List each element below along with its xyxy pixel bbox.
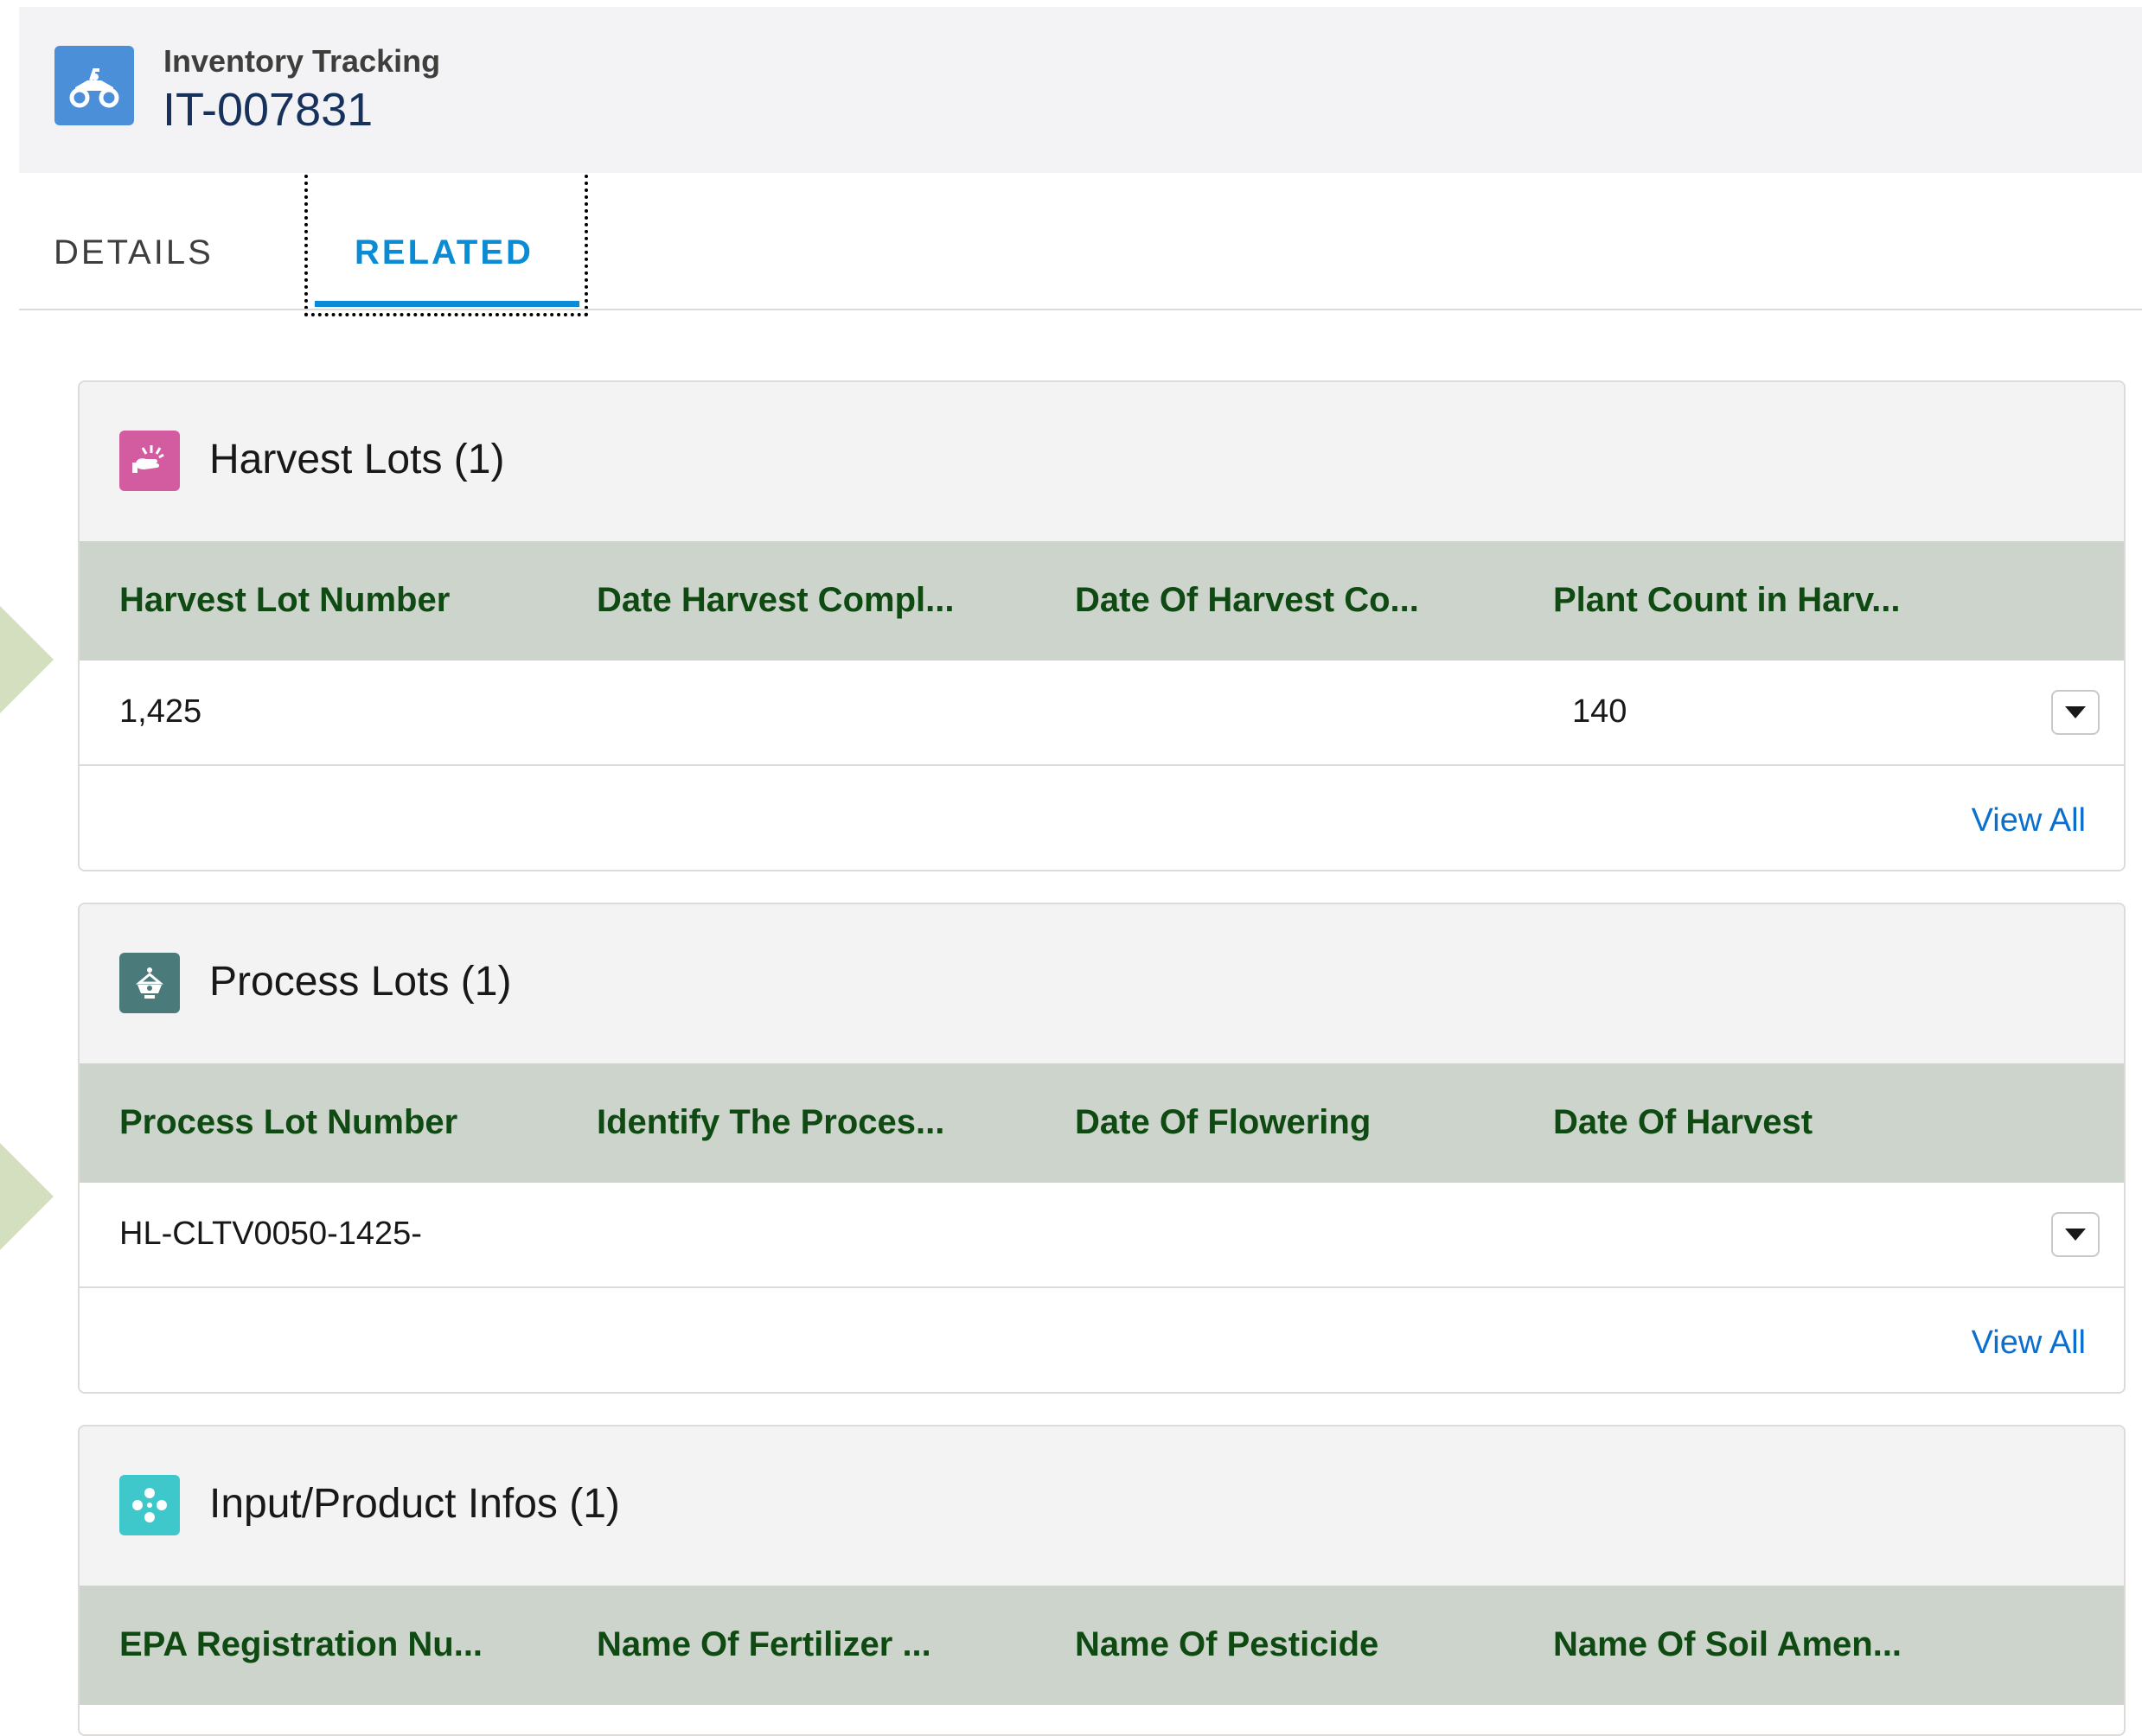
row-actions-button[interactable] xyxy=(2051,1212,2100,1257)
active-tab-indicator xyxy=(315,301,579,307)
card-title[interactable]: Input/Product Infos (1) xyxy=(209,1480,620,1528)
column-header[interactable]: Name Of Fertilizer ... xyxy=(597,1625,931,1664)
input-product-infos-card: Input/Product Infos (1) EPA Registration… xyxy=(78,1425,2126,1736)
record-title: IT-007831 xyxy=(163,84,374,136)
chevron-down-icon xyxy=(2065,706,2086,718)
card-header: Input/Product Infos (1) xyxy=(80,1426,2124,1586)
view-all-link[interactable]: View All xyxy=(1972,802,2086,839)
hand-sparkle-icon xyxy=(119,431,180,491)
column-header[interactable]: Date Of Harvest xyxy=(1553,1103,1813,1142)
column-header[interactable]: Identify The Proces... xyxy=(597,1103,944,1142)
harvest-lot-number-link[interactable]: 1,425 xyxy=(119,693,201,731)
process-lot-number-link[interactable]: HL-CLTV0050-1425- xyxy=(119,1216,422,1253)
column-header-row: Harvest Lot Number Date Harvest Compl...… xyxy=(80,541,2124,661)
table-cell: 140 xyxy=(1572,693,1627,730)
record-header: Inventory Tracking IT-007831 xyxy=(19,7,2142,173)
chevron-down-icon xyxy=(2065,1229,2086,1241)
tabs-divider xyxy=(19,309,2142,310)
atv-icon xyxy=(54,46,134,125)
row-actions-button[interactable] xyxy=(2051,690,2100,735)
process-lots-card: Process Lots (1) Process Lot Number Iden… xyxy=(78,903,2126,1394)
object-type-label: Inventory Tracking xyxy=(163,43,441,79)
column-header[interactable]: Plant Count in Harv... xyxy=(1553,581,1901,620)
column-header-row: Process Lot Number Identify The Proces..… xyxy=(80,1063,2124,1183)
view-all-link[interactable]: View All xyxy=(1972,1324,2086,1362)
side-arrow-2 xyxy=(0,1143,54,1250)
tab-details[interactable]: DETAILS xyxy=(54,233,214,272)
card-header: Process Lots (1) xyxy=(80,904,2124,1063)
table-row: 1,425 140 xyxy=(80,661,2124,766)
card-title[interactable]: Harvest Lots (1) xyxy=(209,436,504,483)
tab-related[interactable]: RELATED xyxy=(355,233,534,272)
column-header[interactable]: Process Lot Number xyxy=(119,1103,457,1142)
column-header[interactable]: Date Of Harvest Co... xyxy=(1075,581,1419,620)
column-header[interactable]: Date Of Flowering xyxy=(1075,1103,1371,1142)
harvest-lots-card: Harvest Lots (1) Harvest Lot Number Date… xyxy=(78,380,2126,871)
table-row: HL-CLTV0050-1425- xyxy=(80,1183,2124,1288)
column-header[interactable]: Name Of Pesticide xyxy=(1075,1625,1378,1664)
card-title[interactable]: Process Lots (1) xyxy=(209,958,511,1005)
column-header[interactable]: Harvest Lot Number xyxy=(119,581,450,620)
molecule-icon xyxy=(119,1475,180,1535)
side-arrow-1 xyxy=(0,606,54,713)
column-header[interactable]: EPA Registration Nu... xyxy=(119,1625,483,1664)
card-header: Harvest Lots (1) xyxy=(80,382,2124,541)
card-footer: View All xyxy=(80,766,2124,870)
card-footer: View All xyxy=(80,1288,2124,1392)
process-icon xyxy=(119,953,180,1013)
column-header-row: EPA Registration Nu... Name Of Fertilize… xyxy=(80,1586,2124,1705)
column-header[interactable]: Name Of Soil Amen... xyxy=(1553,1625,1902,1664)
column-header[interactable]: Date Harvest Compl... xyxy=(597,581,954,620)
